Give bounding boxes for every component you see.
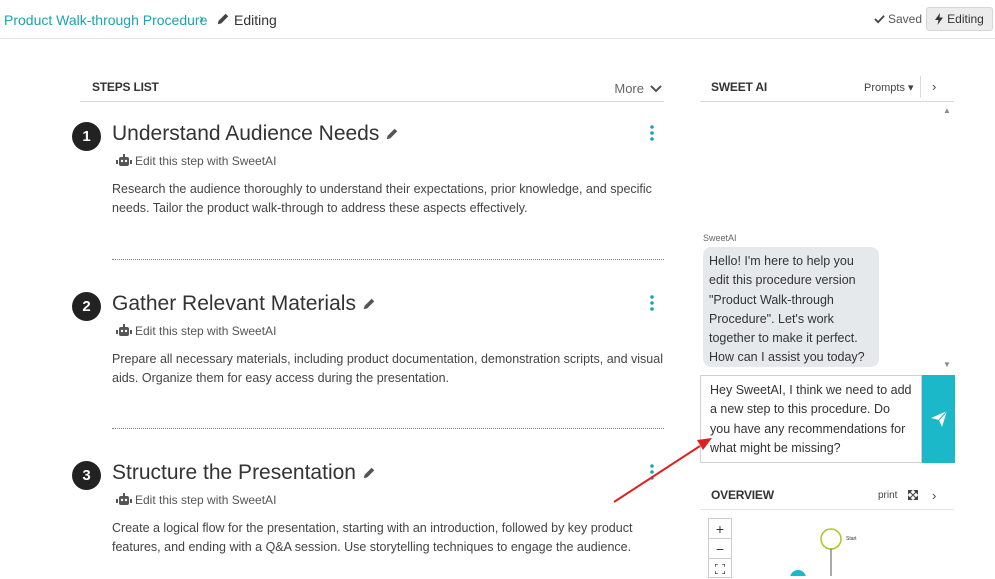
check-icon xyxy=(874,15,885,24)
steps-list-title: STEPS LIST xyxy=(92,80,159,94)
step-number-badge: 2 xyxy=(72,292,101,321)
step-description: Create a logical flow for the presentati… xyxy=(112,521,633,554)
step-title[interactable]: Understand Audience Needs xyxy=(112,122,399,146)
overview-header: OVERVIEW print › xyxy=(700,482,954,510)
zoom-controls: + − xyxy=(708,518,732,578)
robot-icon xyxy=(116,493,132,505)
step-divider xyxy=(112,428,664,429)
edit-with-sweetai-link[interactable]: Edit this step with SweetAI xyxy=(116,154,276,168)
lightning-icon xyxy=(935,13,944,25)
pencil-icon[interactable] xyxy=(362,466,376,480)
step-title-text: Gather Relevant Materials xyxy=(112,292,356,315)
message-sender: SweetAI xyxy=(703,233,737,243)
step-number-badge: 1 xyxy=(72,122,101,151)
start-label: Start xyxy=(846,536,857,542)
step-number-badge: 3 xyxy=(72,461,101,490)
saved-status: Saved xyxy=(874,12,922,26)
chevron-down-icon xyxy=(650,84,662,92)
more-dropdown[interactable]: More xyxy=(614,81,662,96)
step-divider xyxy=(112,259,664,260)
pencil-icon[interactable] xyxy=(362,297,376,311)
overview-diagram[interactable]: Start xyxy=(700,512,954,576)
edit-with-sweetai-label: Edit this step with SweetAI xyxy=(135,154,277,168)
kebab-menu-icon[interactable] xyxy=(648,463,656,481)
prompts-dropdown[interactable]: Prompts ▾ xyxy=(864,81,914,94)
fit-view-button[interactable] xyxy=(709,559,731,579)
overview-diagram-svg: Start xyxy=(790,528,857,576)
edit-with-sweetai-link[interactable]: Edit this step with SweetAI xyxy=(116,324,276,338)
editing-button[interactable]: Editing xyxy=(926,7,993,31)
step-node[interactable] xyxy=(790,570,806,576)
zoom-in-button[interactable]: + xyxy=(709,519,731,539)
step-description: Research the audience thoroughly to unde… xyxy=(112,182,652,215)
header-divider xyxy=(920,76,921,98)
top-bar: Product Walk-through Procedure › Editing… xyxy=(0,0,995,39)
scroll-up-arrow-icon[interactable]: ▲ xyxy=(943,106,951,115)
paper-plane-icon xyxy=(930,411,947,427)
step-title-text: Structure the Presentation xyxy=(112,461,356,484)
breadcrumb-separator: › xyxy=(199,10,204,26)
expand-icon[interactable] xyxy=(908,490,918,500)
start-node[interactable] xyxy=(820,528,842,550)
sweetai-panel-title: SWEET AI xyxy=(711,80,767,94)
chat-input[interactable]: Hey SweetAI, I think we need to add a ne… xyxy=(700,375,922,463)
saved-label: Saved xyxy=(888,12,923,26)
breadcrumb-parent-link[interactable]: Product Walk-through Procedure xyxy=(4,12,207,28)
robot-icon xyxy=(116,154,132,166)
edit-with-sweetai-label: Edit this step with SweetAI xyxy=(135,493,277,507)
more-label: More xyxy=(614,81,644,96)
fit-view-icon xyxy=(715,564,725,574)
edit-with-sweetai-link[interactable]: Edit this step with SweetAI xyxy=(116,493,276,507)
breadcrumb-current: Editing xyxy=(234,12,277,28)
step-title[interactable]: Structure the Presentation xyxy=(112,461,376,485)
robot-icon xyxy=(116,324,132,336)
zoom-out-button[interactable]: − xyxy=(709,539,731,559)
chevron-right-icon[interactable]: › xyxy=(932,488,936,503)
step-title-text: Understand Audience Needs xyxy=(112,122,380,145)
kebab-menu-icon[interactable] xyxy=(648,294,656,312)
overview-title: OVERVIEW xyxy=(711,488,774,502)
chevron-right-icon[interactable]: › xyxy=(932,79,936,94)
print-link[interactable]: print xyxy=(878,490,897,501)
pencil-icon[interactable] xyxy=(385,127,399,141)
pencil-icon xyxy=(217,13,229,25)
send-button[interactable] xyxy=(922,375,955,463)
kebab-menu-icon[interactable] xyxy=(648,124,656,142)
scroll-down-arrow-icon[interactable]: ▼ xyxy=(943,360,951,369)
step-title[interactable]: Gather Relevant Materials xyxy=(112,292,376,316)
steps-list-header: STEPS LIST More xyxy=(80,72,664,102)
edit-with-sweetai-label: Edit this step with SweetAI xyxy=(135,324,277,338)
editing-button-label: Editing xyxy=(947,12,984,26)
sweetai-panel-header: SWEET AI Prompts ▾ › xyxy=(700,72,954,102)
assistant-message-bubble: Hello! I'm here to help you edit this pr… xyxy=(703,247,879,367)
step-description: Prepare all necessary materials, includi… xyxy=(112,352,663,385)
